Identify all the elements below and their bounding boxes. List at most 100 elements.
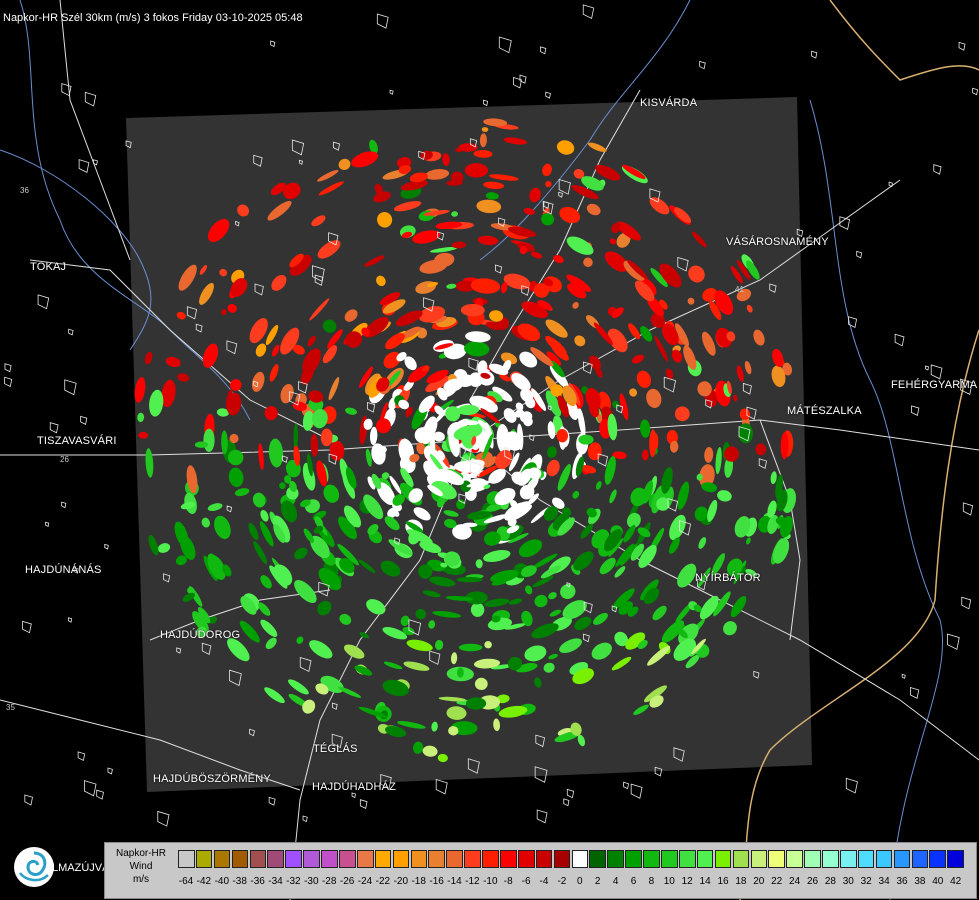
legend-tick-label: 24 bbox=[789, 876, 801, 887]
legend-swatch bbox=[464, 850, 481, 868]
road-number-41: 41 bbox=[735, 285, 744, 294]
legend-tick-label: 22 bbox=[771, 876, 783, 887]
settlement-outline bbox=[901, 673, 906, 679]
radar-map bbox=[0, 0, 979, 900]
place-label-mateszalka: MÁTÉSZALKA bbox=[787, 405, 862, 417]
legend-title: Napkor-HR Wind m/s bbox=[109, 847, 173, 886]
place-label-hajduhadhaz: HAJDÚHADHÁZ bbox=[312, 781, 397, 793]
legend-tick-label: -24 bbox=[357, 876, 373, 887]
legend-tick-label: 8 bbox=[648, 876, 655, 887]
legend-swatch bbox=[374, 850, 392, 868]
legend-tick-label: -40 bbox=[214, 876, 230, 887]
legend-tick-label: 10 bbox=[663, 876, 675, 887]
settlement-outline bbox=[888, 181, 893, 188]
settlement-outline bbox=[84, 91, 97, 107]
legend-tick-label: -42 bbox=[196, 876, 212, 887]
legend-swatch bbox=[678, 850, 696, 868]
legend-swatch bbox=[786, 850, 803, 868]
legend-tick-label: -6 bbox=[521, 876, 531, 887]
settlement-outline bbox=[389, 89, 394, 95]
legend-tick-label: -64 bbox=[178, 876, 194, 887]
settlement-outline bbox=[61, 83, 72, 97]
legend-swatch bbox=[517, 850, 535, 868]
settlement-outline bbox=[68, 328, 74, 336]
legend-tick-label: 2 bbox=[594, 876, 601, 887]
legend-swatch bbox=[178, 850, 195, 868]
road-number-36: 36 bbox=[20, 186, 29, 195]
settlement-outline bbox=[856, 250, 863, 259]
settlement-outline bbox=[4, 363, 12, 373]
settlement-outline bbox=[67, 617, 73, 623]
place-label-fehergyarmat: FEHÉRGYARMA bbox=[891, 379, 978, 391]
settlement-outline bbox=[157, 810, 170, 827]
legend-swatch bbox=[875, 850, 893, 868]
legend-swatch bbox=[303, 850, 320, 868]
legend-tick-label: -30 bbox=[304, 876, 319, 887]
legend-swatch bbox=[446, 850, 463, 868]
legend-tick-label: -14 bbox=[447, 876, 462, 887]
settlement-outline bbox=[811, 50, 818, 59]
legend-swatch bbox=[893, 850, 911, 868]
legend-swatch bbox=[571, 850, 589, 868]
settlement-outline bbox=[894, 333, 905, 347]
legend-tick-label: 18 bbox=[735, 876, 747, 887]
settlement-outline bbox=[972, 87, 979, 96]
settlement-outline bbox=[45, 521, 50, 527]
legend-tick-label: 38 bbox=[914, 876, 926, 887]
settlement-outline bbox=[351, 792, 356, 799]
legend-tick-label: 6 bbox=[630, 876, 637, 887]
settlement-outline bbox=[77, 751, 86, 762]
settlement-outline bbox=[376, 13, 389, 29]
legend-swatch bbox=[195, 850, 213, 868]
settlement-outline bbox=[49, 422, 59, 434]
legend-swatch bbox=[339, 850, 356, 868]
legend-tick-label: -28 bbox=[321, 876, 337, 887]
legend-title-line3: m/s bbox=[132, 874, 150, 885]
place-label-hajduboszormeny: HAJDÚBÖSZÖRMÉNY bbox=[153, 773, 271, 785]
legend-swatch bbox=[768, 850, 785, 868]
settlement-outline bbox=[933, 164, 942, 175]
legend-tick-label: 0 bbox=[577, 876, 583, 887]
legend-tick-label: -2 bbox=[557, 876, 567, 887]
legend-swatch bbox=[535, 850, 553, 868]
legend-swatch bbox=[249, 850, 267, 868]
legend-tick-label: -20 bbox=[393, 876, 409, 887]
map-header-title: Napkor-HR Szél 30km (m/s) 3 fokos Friday… bbox=[3, 12, 303, 24]
legend-swatch bbox=[857, 850, 875, 868]
radar-echo bbox=[456, 576, 483, 583]
legend-title-line2: Wind bbox=[129, 861, 153, 872]
settlement-outline bbox=[22, 620, 32, 634]
settlement-outline bbox=[911, 405, 920, 416]
legend-tick-label: 28 bbox=[824, 876, 836, 887]
legend-tick-label: 32 bbox=[860, 876, 872, 887]
legend-swatch bbox=[804, 850, 821, 868]
legend-tick-label: -34 bbox=[268, 876, 283, 887]
legend-swatch bbox=[929, 850, 946, 868]
settlement-outline bbox=[107, 767, 113, 775]
legend-title-line1: Napkor-HR bbox=[115, 848, 166, 859]
settlement-outline bbox=[630, 783, 643, 799]
radar-echo bbox=[462, 522, 478, 528]
legend-tick-label: 42 bbox=[950, 876, 962, 887]
legend-tick-label: -26 bbox=[339, 876, 355, 887]
settlement-outline bbox=[498, 36, 512, 54]
radar-echo bbox=[458, 643, 483, 652]
legend-swatch bbox=[822, 850, 839, 868]
settlement-outline bbox=[64, 379, 77, 396]
settlement-outline bbox=[435, 778, 448, 795]
settlement-outline bbox=[962, 502, 974, 516]
settlement-outline bbox=[545, 91, 551, 99]
logo-icon bbox=[14, 847, 54, 887]
legend-swatch bbox=[500, 850, 517, 868]
settlement-outline bbox=[699, 60, 706, 70]
legend-swatch bbox=[482, 850, 499, 868]
settlement-outline bbox=[623, 781, 630, 790]
legend-tick-label: -10 bbox=[483, 876, 498, 887]
settlement-outline bbox=[540, 46, 547, 55]
settlement-outline bbox=[930, 364, 943, 380]
legend-swatch bbox=[589, 850, 607, 868]
settlement-outline bbox=[958, 41, 966, 51]
settlement-outline bbox=[845, 777, 858, 794]
legend-swatch bbox=[661, 850, 678, 868]
legend-tick-label: -38 bbox=[232, 876, 247, 887]
